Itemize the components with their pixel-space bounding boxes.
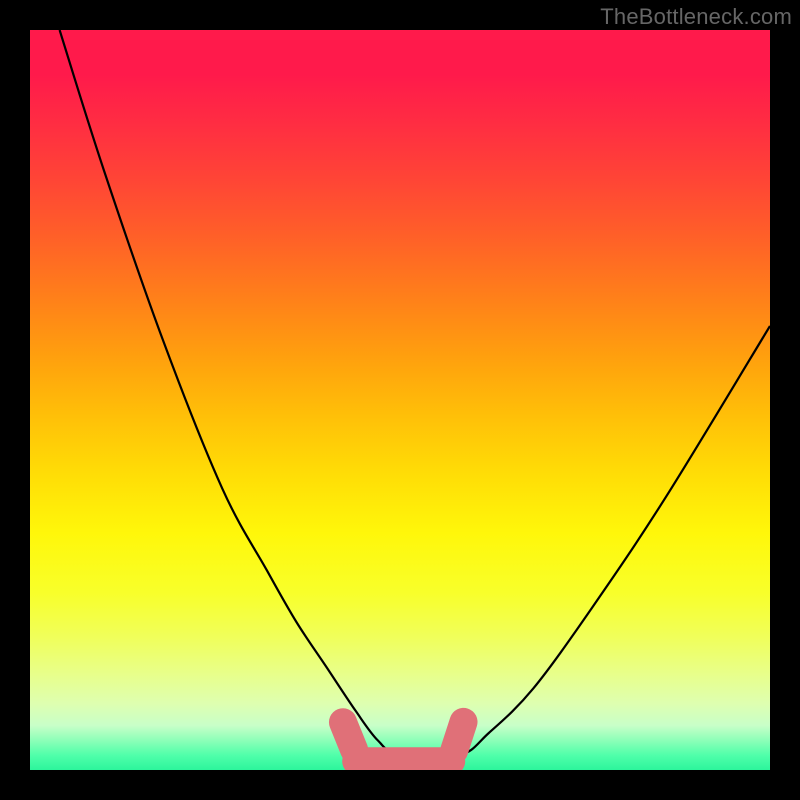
bottleneck-curve: [60, 30, 770, 758]
plot-area: [30, 30, 770, 770]
curve-layer: [30, 30, 770, 770]
valley-marker-icon: [325, 704, 481, 770]
chart-frame: TheBottleneck.com: [0, 0, 800, 800]
watermark-text: TheBottleneck.com: [600, 4, 792, 30]
